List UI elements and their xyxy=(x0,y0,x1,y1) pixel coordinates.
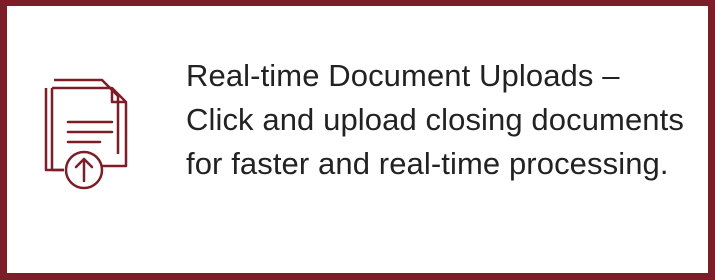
feature-card: Real-time Document Uploads – Click and u… xyxy=(10,10,705,270)
document-upload-icon xyxy=(38,66,142,198)
feature-description: Real-time Document Uploads – Click and u… xyxy=(186,58,684,181)
